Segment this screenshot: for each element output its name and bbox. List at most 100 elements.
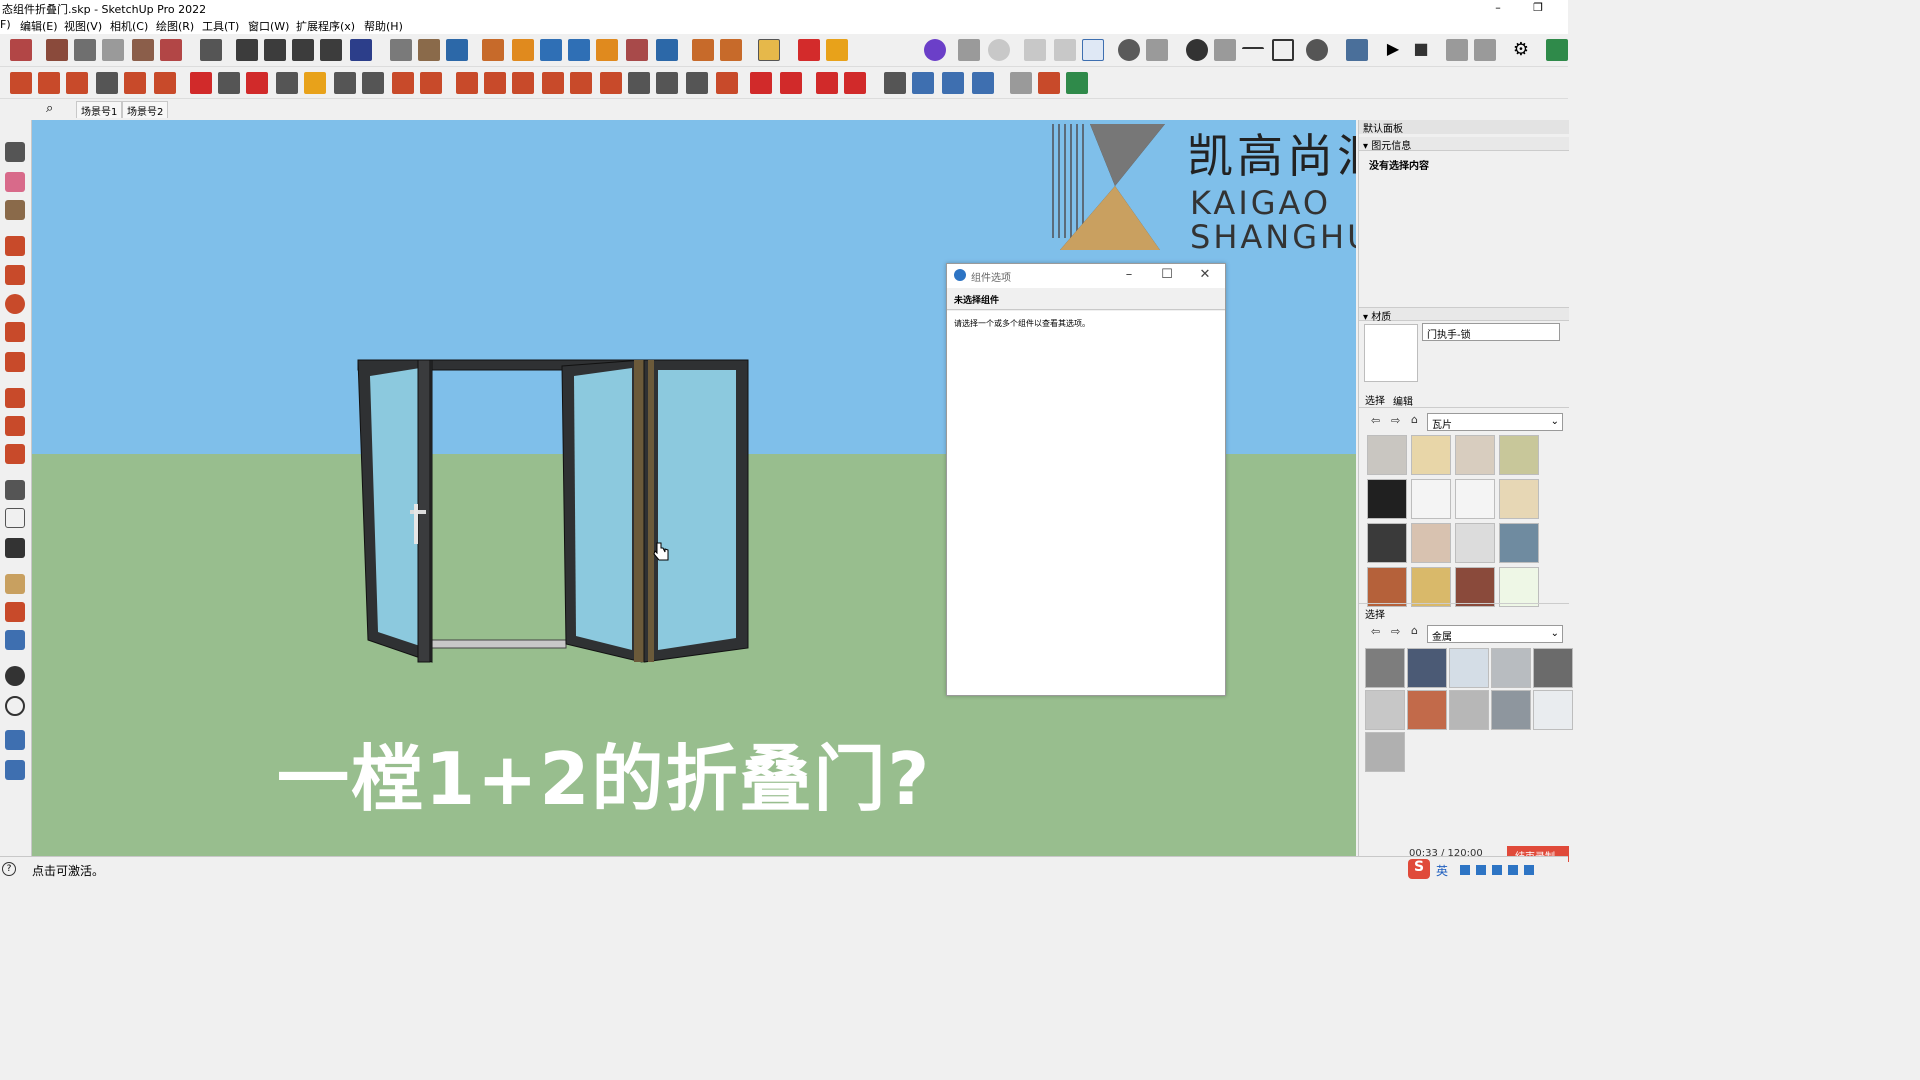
material-swatch[interactable] [1499, 479, 1539, 519]
render2-icon[interactable] [1474, 39, 1496, 61]
folding-door-model[interactable] [352, 356, 752, 666]
column-icon[interactable] [96, 72, 118, 94]
circle-icon[interactable] [5, 294, 25, 314]
warehouse-icon[interactable] [758, 39, 780, 61]
union-icon[interactable] [292, 39, 314, 61]
freehand-icon[interactable] [5, 236, 25, 256]
forward-arrow-icon[interactable]: ⇨ [1391, 415, 1403, 427]
dialog-minimize-button[interactable]: – [1119, 267, 1139, 285]
material-swatch[interactable] [1455, 567, 1495, 607]
info-icon[interactable]: ? [2, 862, 16, 876]
section-plane-icon[interactable] [5, 730, 25, 750]
face-icon[interactable] [304, 72, 326, 94]
camera-icon[interactable] [1054, 39, 1076, 61]
subtract-icon[interactable] [320, 39, 342, 61]
material-swatch[interactable] [1407, 690, 1447, 730]
entity-info-header[interactable]: ▾ 图元信息 [1359, 137, 1569, 152]
material-swatch[interactable] [1499, 523, 1539, 563]
settings-icon[interactable]: ⚙ [1510, 39, 1532, 61]
extend-icon[interactable] [276, 72, 298, 94]
report-icon[interactable] [1038, 72, 1060, 94]
zoom-window-icon[interactable] [5, 602, 25, 622]
pan-icon[interactable] [884, 72, 906, 94]
ruby-icon[interactable] [798, 39, 820, 61]
su-app-icon[interactable] [844, 72, 866, 94]
search-icon[interactable]: ⌕ [46, 101, 53, 116]
corner-icon[interactable] [218, 72, 240, 94]
forward-arrow-icon[interactable]: ⇨ [1391, 626, 1403, 638]
arc-icon[interactable] [392, 72, 414, 94]
box3d-icon[interactable] [750, 72, 772, 94]
orbit-icon[interactable] [540, 39, 562, 61]
array-icon[interactable] [362, 72, 384, 94]
push-pull-icon[interactable] [46, 39, 68, 61]
door-icon[interactable] [38, 72, 60, 94]
collection-dropdown-1[interactable]: 瓦片 ⌄ [1427, 413, 1563, 431]
move-icon[interactable] [446, 39, 468, 61]
rect-light-icon[interactable] [1272, 39, 1294, 61]
menu-edit[interactable]: 编辑(E) [20, 18, 58, 34]
material-swatch[interactable] [1407, 648, 1447, 688]
vray-icon[interactable] [1346, 39, 1368, 61]
scale-icon[interactable] [568, 39, 590, 61]
gear-flower-icon[interactable] [1118, 39, 1140, 61]
collection-dropdown-2[interactable]: 金属 ⌄ [1427, 625, 1563, 643]
section-icon[interactable] [132, 39, 154, 61]
pushpull-tool-icon[interactable] [5, 388, 25, 408]
material-swatch[interactable] [1499, 435, 1539, 475]
rectangle-icon[interactable] [5, 265, 25, 285]
pan-tool-icon[interactable] [5, 574, 25, 594]
next-icon[interactable] [1066, 72, 1088, 94]
drop-icon[interactable] [512, 72, 534, 94]
render-icon[interactable] [1446, 39, 1468, 61]
restore-button[interactable]: ❐ [1526, 0, 1550, 16]
polygon-icon[interactable] [5, 322, 25, 342]
dialog-close-button[interactable]: ✕ [1195, 267, 1215, 285]
home-icon[interactable]: ⌂ [1411, 625, 1423, 637]
menu-tools[interactable]: 工具(T) [202, 18, 239, 34]
back-arrow-icon[interactable]: ⇦ [1371, 626, 1383, 638]
window-tool-icon[interactable] [66, 72, 88, 94]
ime-language[interactable]: 英 [1436, 862, 1448, 879]
material-swatch[interactable] [1367, 479, 1407, 519]
home-icon[interactable]: ⌂ [1411, 414, 1423, 426]
ml-icon[interactable] [656, 72, 678, 94]
rotate-icon[interactable] [420, 72, 442, 94]
mirror-icon[interactable] [484, 72, 506, 94]
hand-icon[interactable] [102, 39, 124, 61]
menu-help[interactable]: 帮助(H) [364, 18, 403, 34]
stop-icon[interactable]: ■ [1410, 39, 1432, 61]
extra-icon[interactable] [1546, 39, 1568, 61]
dimension-icon[interactable] [418, 39, 440, 61]
intersect-icon[interactable] [264, 39, 286, 61]
followme-tool-icon[interactable] [5, 416, 25, 436]
enscape-pbr-icon[interactable] [856, 39, 878, 61]
material-name-field[interactable]: 门执手-锁 [1422, 323, 1560, 341]
tab-scene-1[interactable]: 场景号1 [76, 101, 123, 118]
hide-icon[interactable] [1306, 39, 1328, 61]
menu-extensions[interactable]: 扩展程序(x) [296, 18, 355, 34]
cross-icon[interactable] [626, 39, 648, 61]
wifi-icon[interactable] [816, 72, 838, 94]
roof-icon[interactable] [154, 72, 176, 94]
material-swatch[interactable] [1411, 523, 1451, 563]
sogou-ime-icon[interactable]: S [1408, 859, 1430, 879]
menu-file[interactable]: F) [0, 18, 11, 31]
select-icon[interactable] [5, 142, 25, 162]
dialog-maximize-button[interactable]: ☐ [1157, 267, 1177, 285]
paint-icon[interactable] [482, 39, 504, 61]
loop-icon[interactable] [570, 72, 592, 94]
layer-icon[interactable] [826, 39, 848, 61]
spot-icon[interactable] [1214, 39, 1236, 61]
follow-me-icon[interactable] [74, 39, 96, 61]
material-swatch[interactable] [1367, 523, 1407, 563]
tab-edit[interactable]: 编辑 [1393, 393, 1413, 408]
grid-icon[interactable] [600, 72, 622, 94]
position-camera-icon[interactable] [5, 696, 25, 716]
time-icon[interactable] [1082, 39, 1104, 61]
snapshot-icon[interactable] [716, 72, 738, 94]
material-swatch[interactable] [1449, 648, 1489, 688]
offset-tool-icon[interactable] [5, 444, 25, 464]
material-swatch[interactable] [1499, 567, 1539, 607]
line-icon[interactable] [390, 39, 412, 61]
